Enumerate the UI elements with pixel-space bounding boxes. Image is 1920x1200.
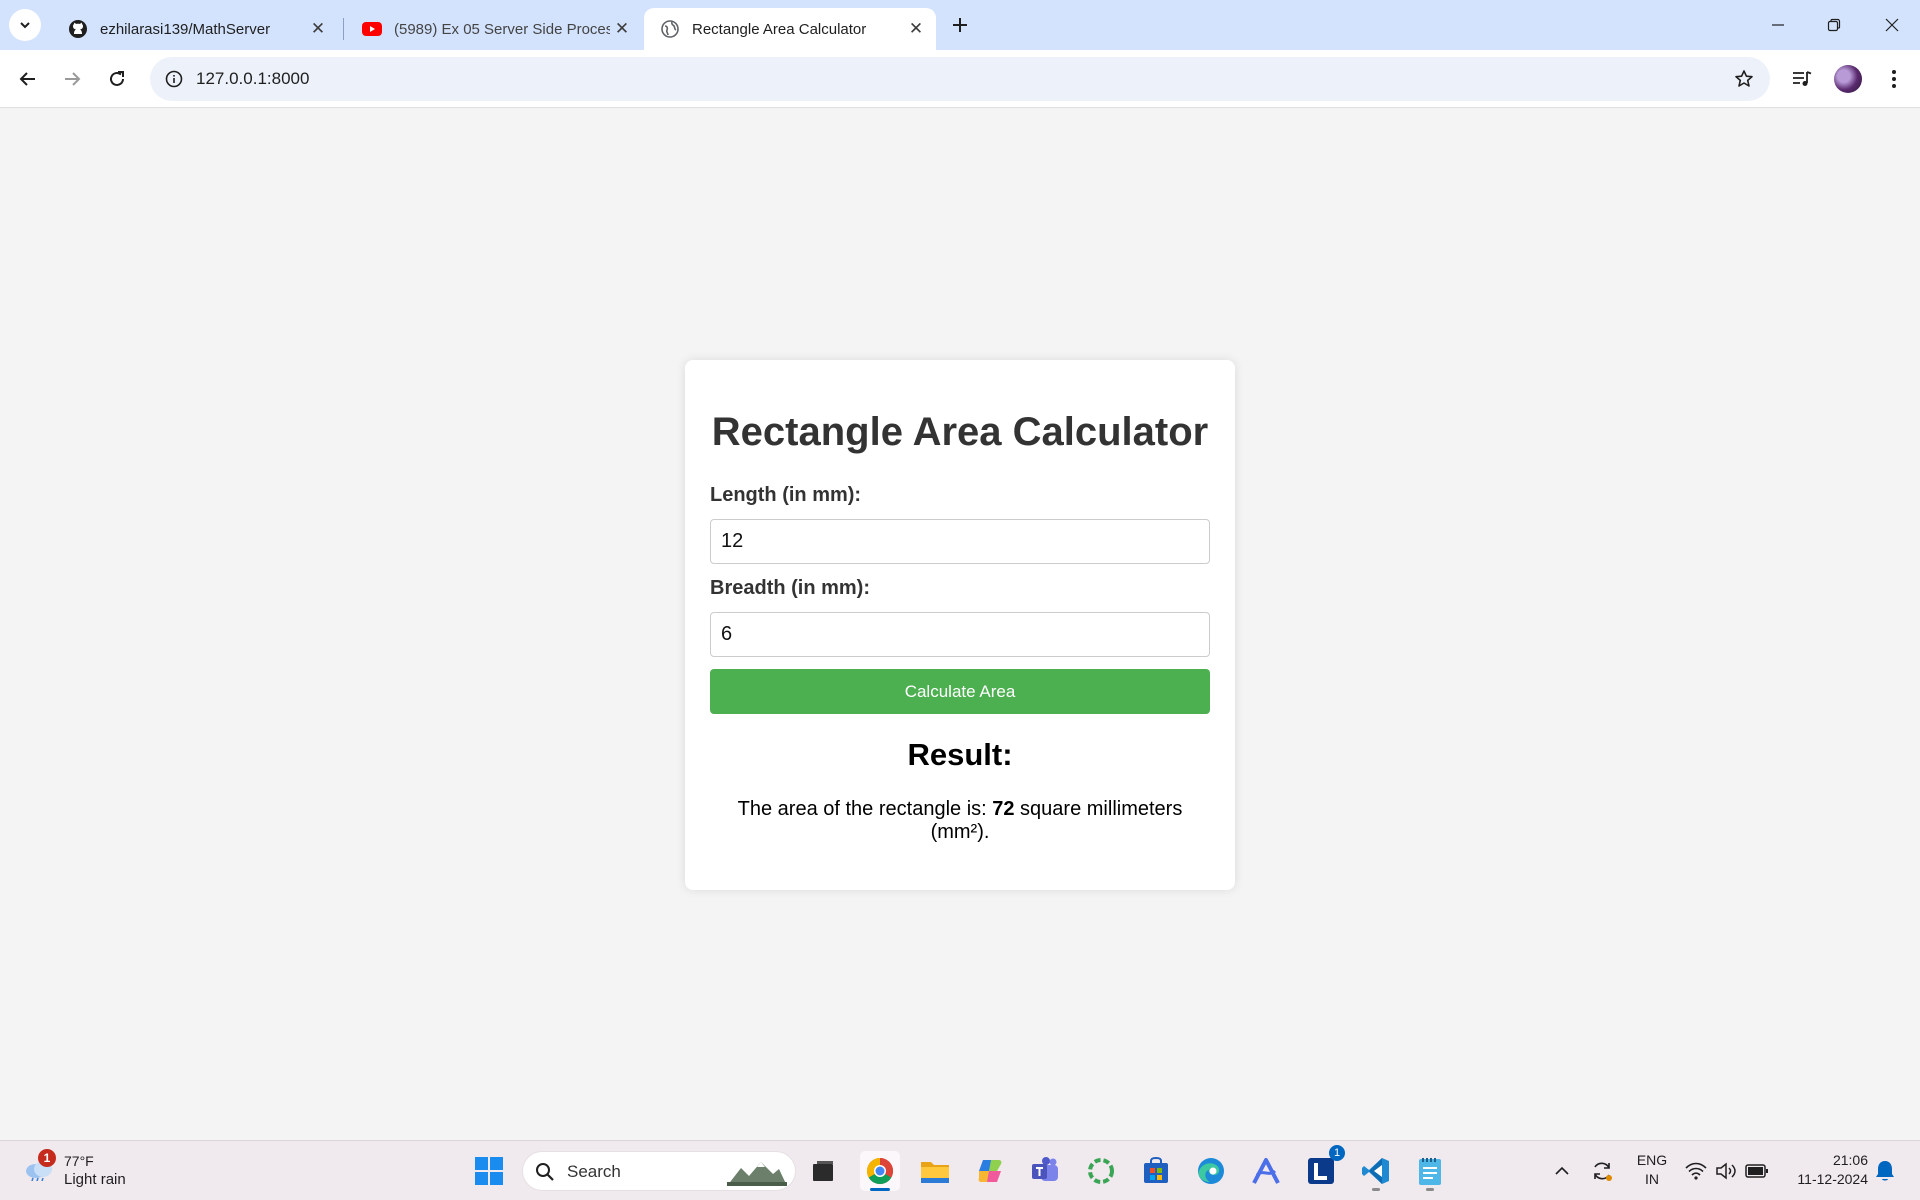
- search-icon: [536, 1163, 554, 1181]
- weather-condition: Light rain: [64, 1171, 126, 1188]
- battery-icon[interactable]: [1744, 1157, 1770, 1185]
- clock-date: 11-12-2024: [1797, 1171, 1868, 1187]
- calculate-area-button[interactable]: Calculate Area: [710, 669, 1210, 714]
- notepad-icon[interactable]: [1410, 1151, 1450, 1191]
- folder-icon[interactable]: [915, 1151, 955, 1191]
- region-code: IN: [1645, 1171, 1659, 1187]
- browser-tab-strip: ezhilarasi139/MathServer ✕ (5989) Ex 05 …: [0, 0, 1920, 50]
- breadth-label: Breadth (in mm):: [710, 577, 870, 599]
- tab-title: ezhilarasi139/MathServer: [100, 20, 271, 38]
- l-app-badge: 1: [1329, 1145, 1345, 1161]
- profile-avatar[interactable]: [1834, 65, 1862, 93]
- site-info-icon[interactable]: [162, 67, 186, 91]
- teams-icon[interactable]: [1025, 1151, 1065, 1191]
- length-input[interactable]: [710, 519, 1210, 564]
- youtube-icon: [362, 19, 382, 39]
- active-app-indicator: [870, 1188, 890, 1191]
- arc-icon[interactable]: [1246, 1151, 1286, 1191]
- calculator-card: Rectangle Area Calculator Length (in mm)…: [685, 360, 1235, 890]
- chrome-icon[interactable]: [860, 1151, 900, 1191]
- github-icon: [68, 19, 88, 39]
- reload-icon: [110, 71, 124, 86]
- chevron-down-icon: [20, 22, 30, 29]
- arrow-left-icon: [19, 72, 35, 86]
- windows-taskbar: 1 77°F Light rain Search 1 ENG IN 21:06 …: [0, 1140, 1920, 1200]
- tab-separator: [343, 18, 344, 40]
- tab-github[interactable]: ezhilarasi139/MathServer ✕: [52, 8, 338, 50]
- tab-title: (5989) Ex 05 Server Side Process: [394, 20, 610, 38]
- browser-toolbar: 127.0.0.1:8000: [0, 50, 1920, 108]
- minimize-icon: [1772, 24, 1784, 26]
- result-text: The area of the rectangle is: 72 square …: [725, 798, 1195, 844]
- close-tab-icon[interactable]: ✕: [306, 17, 330, 41]
- vscode-icon[interactable]: [1356, 1151, 1396, 1191]
- close-icon: [1885, 18, 1899, 32]
- close-window-button[interactable]: [1864, 0, 1920, 50]
- result-prefix: The area of the rectangle is:: [737, 798, 993, 820]
- globe-icon: [660, 19, 680, 39]
- reload-button[interactable]: [99, 61, 135, 97]
- back-button[interactable]: [10, 61, 46, 97]
- running-app-indicator: [1372, 1188, 1380, 1191]
- input-language-indicator[interactable]: ENG IN: [1632, 1151, 1672, 1189]
- breadth-input[interactable]: [710, 612, 1210, 657]
- system-clock[interactable]: 21:06 11-12-2024: [1780, 1151, 1868, 1189]
- tab-rectangle-calculator[interactable]: Rectangle Area Calculator ✕: [644, 8, 936, 50]
- close-tab-icon[interactable]: ✕: [610, 17, 634, 41]
- plus-icon: [953, 18, 967, 32]
- file-explorer-icon[interactable]: [803, 1151, 843, 1191]
- restore-icon: [1827, 18, 1841, 32]
- media-controls-icon[interactable]: [1788, 65, 1816, 93]
- tab-youtube[interactable]: (5989) Ex 05 Server Side Process ✕: [346, 8, 642, 50]
- address-bar[interactable]: 127.0.0.1:8000: [150, 57, 1770, 101]
- volume-icon[interactable]: [1714, 1157, 1738, 1185]
- length-label: Length (in mm):: [710, 484, 862, 506]
- minimize-button[interactable]: [1750, 0, 1806, 50]
- weather-widget[interactable]: 1 77°F Light rain: [20, 1149, 160, 1193]
- result-heading: Result:: [907, 737, 1013, 772]
- notifications-bell-icon[interactable]: [1874, 1159, 1896, 1183]
- bookmark-star-icon[interactable]: [1732, 67, 1756, 91]
- wifi-icon[interactable]: [1684, 1157, 1708, 1185]
- edge-icon[interactable]: [1191, 1151, 1231, 1191]
- copilot-icon[interactable]: [970, 1151, 1010, 1191]
- l-app-icon[interactable]: 1: [1301, 1145, 1345, 1191]
- circle-app-icon[interactable]: [1081, 1151, 1121, 1191]
- result-value: 72: [992, 798, 1015, 820]
- show-hidden-icons-chevron-icon[interactable]: [1550, 1157, 1574, 1185]
- restore-button[interactable]: [1806, 0, 1862, 50]
- mountain-icon: [727, 1162, 787, 1186]
- url-text: 127.0.0.1:8000: [196, 69, 310, 88]
- weather-temperature: 77°F: [64, 1153, 94, 1169]
- weather-badge: 1: [38, 1149, 56, 1167]
- tab-title: Rectangle Area Calculator: [692, 20, 867, 38]
- clock-time: 21:06: [1832, 1152, 1868, 1168]
- store-icon[interactable]: [1136, 1151, 1176, 1191]
- sync-icon[interactable]: [1588, 1157, 1616, 1185]
- new-tab-button[interactable]: [946, 11, 974, 39]
- windows-start-icon[interactable]: [469, 1151, 509, 1191]
- close-tab-icon[interactable]: ✕: [904, 17, 928, 41]
- page-title: Rectangle Area Calculator: [711, 410, 1209, 454]
- arrow-right-icon: [65, 72, 81, 86]
- tab-search-button[interactable]: [9, 9, 41, 41]
- browser-menu-icon[interactable]: [1880, 65, 1908, 93]
- running-app-indicator: [1426, 1188, 1434, 1191]
- taskbar-search[interactable]: Search: [522, 1151, 796, 1191]
- language-code: ENG: [1636, 1152, 1668, 1168]
- search-placeholder: Search: [567, 1162, 621, 1181]
- forward-button[interactable]: [54, 61, 90, 97]
